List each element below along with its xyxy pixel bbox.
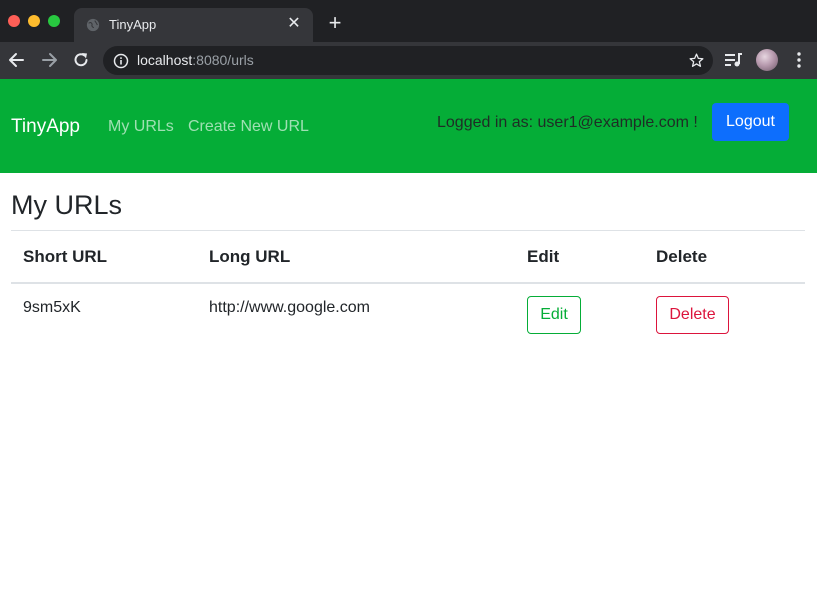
tab-close-icon[interactable]: ✕ (285, 15, 303, 33)
address-host: localhost (137, 52, 193, 68)
star-icon[interactable] (688, 52, 705, 69)
header-short-url: Short URL (23, 247, 108, 266)
browser-toolbar: localhost:8080/urls (0, 42, 817, 79)
reload-icon[interactable] (71, 50, 91, 70)
header-long-url: Long URL (209, 247, 291, 266)
title-divider (11, 230, 805, 231)
browser-tab-active[interactable]: TinyApp ✕ (74, 8, 313, 42)
address-bar[interactable]: localhost:8080/urls (103, 46, 713, 75)
kebab-menu-icon[interactable] (792, 51, 806, 69)
header-divider (11, 282, 805, 284)
nav-link-my-urls[interactable]: My URLs (108, 118, 174, 136)
edit-button[interactable]: Edit (527, 296, 581, 334)
page-title: My URLs (11, 190, 123, 220)
long-url-cell: http://www.google.com (209, 299, 370, 316)
browser-tab-strip: TinyApp ✕ + (0, 0, 817, 42)
info-icon[interactable] (113, 53, 129, 69)
address-url: localhost:8080/urls (137, 52, 254, 68)
tab-title: TinyApp (109, 17, 157, 32)
window-maximize-button[interactable] (48, 15, 60, 27)
nav-link-create-url[interactable]: Create New URL (188, 118, 309, 136)
media-control-icon[interactable] (725, 52, 743, 68)
delete-button[interactable]: Delete (656, 296, 729, 334)
logout-button[interactable]: Logout (712, 103, 789, 141)
back-arrow-icon[interactable] (7, 50, 27, 70)
new-tab-button[interactable]: + (325, 12, 345, 34)
short-url-cell: 9sm5xK (23, 299, 81, 316)
header-edit: Edit (527, 247, 560, 266)
logged-in-status: Logged in as: user1@example.com ! (437, 114, 698, 131)
window-minimize-button[interactable] (28, 15, 40, 27)
globe-icon (86, 18, 100, 32)
forward-arrow-icon[interactable] (39, 50, 59, 70)
header-delete: Delete (656, 247, 708, 266)
site-navbar: TinyApp My URLs Create New URL Logged in… (0, 79, 817, 173)
window-close-button[interactable] (8, 15, 20, 27)
brand-link[interactable]: TinyApp (11, 116, 80, 138)
address-path: :8080/urls (192, 52, 254, 68)
profile-avatar[interactable] (756, 49, 778, 71)
